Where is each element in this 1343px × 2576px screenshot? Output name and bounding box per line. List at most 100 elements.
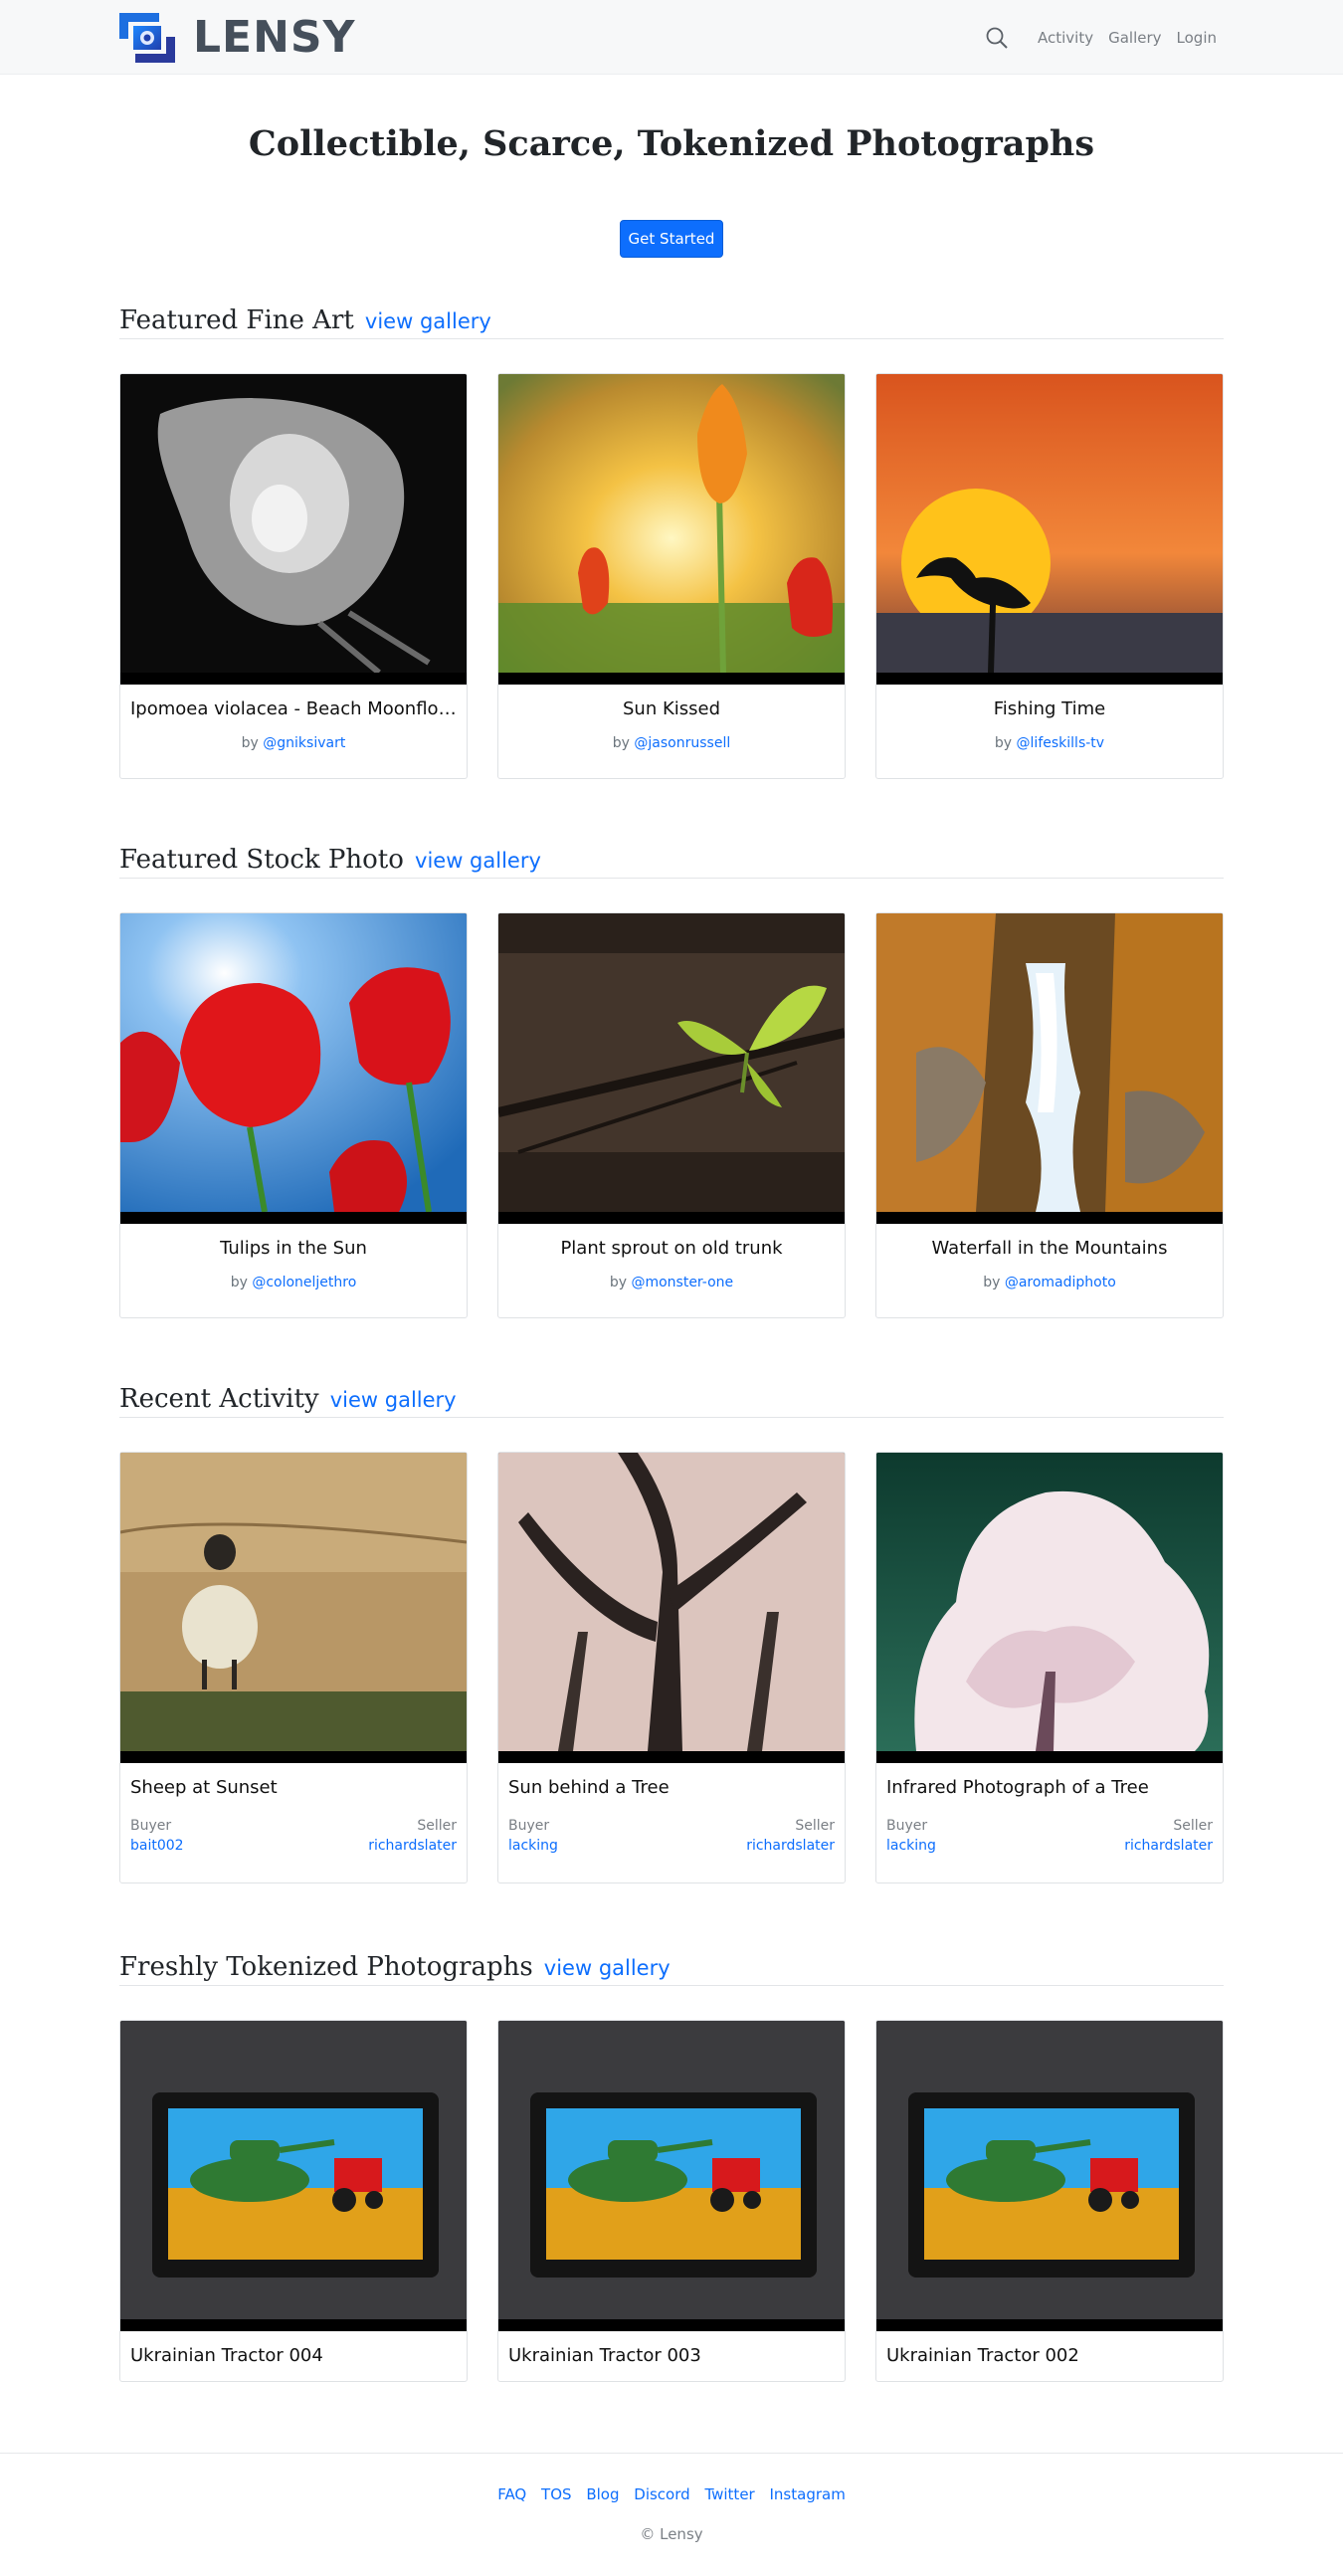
activity-card[interactable]: Infrared Photograph of a Tree Buyer lack… (875, 1452, 1224, 1883)
seller-link[interactable]: richardslater (746, 1838, 835, 1854)
artwork-image[interactable] (876, 913, 1223, 1224)
artist-link[interactable]: @gniksivart (263, 735, 345, 751)
artwork-image[interactable] (876, 1453, 1223, 1763)
artwork-image[interactable] (498, 2021, 845, 2331)
buyer-link[interactable]: lacking (508, 1838, 558, 1854)
seller-label: Seller (795, 1818, 835, 1834)
artwork-title: Infrared Photograph of a Tree (886, 1777, 1149, 1798)
footer: FAQ TOS Blog Discord Twitter Instagram ©… (0, 2453, 1343, 2576)
section-header-recent-activity: Recent Activity view gallery (119, 1384, 1224, 1418)
section-header-freshly-tokenized: Freshly Tokenized Photographs view galle… (119, 1952, 1224, 1986)
artwork-card[interactable]: Fishing Time by @lifeskills-tv (875, 373, 1224, 779)
brand-link[interactable]: LENSY (119, 13, 355, 63)
nav-activity-link[interactable]: Activity (1038, 29, 1093, 47)
lensy-logo-icon (119, 13, 175, 63)
artwork-image[interactable] (498, 374, 845, 685)
seller-label: Seller (1173, 1818, 1213, 1834)
trade-info: Buyer lacking Seller richardslater (508, 1818, 835, 1854)
view-gallery-link[interactable]: view gallery (330, 1388, 457, 1412)
buyer-label: Buyer (508, 1818, 550, 1834)
buyer-link[interactable]: bait002 (130, 1838, 184, 1854)
artwork-title: Sheep at Sunset (130, 1777, 278, 1798)
section-title: Featured Fine Art (119, 305, 354, 335)
artwork-title: Fishing Time (993, 698, 1106, 719)
activity-card[interactable]: Sheep at Sunset Buyer bait002 Seller ric… (119, 1452, 468, 1883)
buyer-label: Buyer (130, 1818, 172, 1834)
artist-link[interactable]: @monster-one (631, 1275, 733, 1290)
nav-links: Activity Gallery Login (985, 0, 1217, 75)
footer-link-instagram[interactable]: Instagram (770, 2485, 846, 2503)
artist-link[interactable]: @aromadiphoto (1005, 1275, 1116, 1290)
artist-byline: by @lifeskills-tv (886, 735, 1213, 751)
copyright: © Lensy (640, 2525, 703, 2543)
artwork-card[interactable]: Ipomoea violacea - Beach Moonflower by @… (119, 373, 468, 779)
footer-link-tos[interactable]: TOS (541, 2485, 572, 2503)
artwork-image[interactable] (498, 913, 845, 1224)
artwork-title: Sun behind a Tree (508, 1777, 670, 1798)
by-label: by (230, 1275, 248, 1290)
artwork-card[interactable]: Tulips in the Sun by @coloneljethro (119, 912, 468, 1318)
artist-link[interactable]: @coloneljethro (252, 1275, 356, 1290)
seller-link[interactable]: richardslater (368, 1838, 457, 1854)
artwork-card[interactable]: Ukrainian Tractor 002 (875, 2020, 1224, 2382)
trade-info: Buyer lacking Seller richardslater (886, 1818, 1213, 1854)
artwork-card[interactable]: Ukrainian Tractor 003 (497, 2020, 846, 2382)
artwork-title: Ukrainian Tractor 002 (886, 2345, 1079, 2366)
artist-byline: by @jasonrussell (508, 735, 835, 751)
by-label: by (241, 735, 259, 751)
footer-link-faq[interactable]: FAQ (497, 2485, 526, 2503)
hero-title: Collectible, Scarce, Tokenized Photograp… (248, 123, 1095, 164)
nav-login-link[interactable]: Login (1177, 29, 1217, 47)
artist-byline: by @monster-one (508, 1275, 835, 1290)
by-label: by (612, 735, 630, 751)
view-gallery-link[interactable]: view gallery (365, 309, 491, 333)
artwork-image[interactable] (120, 374, 467, 685)
artwork-title: Ukrainian Tractor 003 (508, 2345, 701, 2366)
view-gallery-link[interactable]: view gallery (415, 849, 541, 873)
artwork-card[interactable]: Waterfall in the Mountains by @aromadiph… (875, 912, 1224, 1318)
artwork-image[interactable] (876, 2021, 1223, 2331)
artwork-title: Ipomoea violacea - Beach Moonflower (130, 698, 457, 719)
by-label: by (609, 1275, 627, 1290)
section-title: Featured Stock Photo (119, 845, 404, 875)
section-title: Freshly Tokenized Photographs (119, 1952, 533, 1982)
by-label: by (983, 1275, 1001, 1290)
seller-link[interactable]: richardslater (1124, 1838, 1213, 1854)
footer-link-blog[interactable]: Blog (586, 2485, 619, 2503)
section-header-stock-photo: Featured Stock Photo view gallery (119, 845, 1224, 879)
search-icon[interactable] (985, 26, 1009, 50)
artwork-card[interactable]: Ukrainian Tractor 004 (119, 2020, 468, 2382)
section-header-fine-art: Featured Fine Art view gallery (119, 305, 1224, 339)
by-label: by (994, 735, 1013, 751)
get-started-button[interactable]: Get Started (620, 220, 723, 258)
artist-byline: by @coloneljethro (130, 1275, 457, 1290)
artwork-image[interactable] (120, 2021, 467, 2331)
artwork-image[interactable] (876, 374, 1223, 685)
artwork-title: Waterfall in the Mountains (931, 1238, 1168, 1259)
seller-label: Seller (417, 1818, 457, 1834)
trade-info: Buyer bait002 Seller richardslater (130, 1818, 457, 1854)
artwork-card[interactable]: Plant sprout on old trunk by @monster-on… (497, 912, 846, 1318)
artist-link[interactable]: @lifeskills-tv (1017, 735, 1105, 751)
section-title: Recent Activity (119, 1384, 319, 1414)
artwork-title: Tulips in the Sun (220, 1238, 367, 1259)
footer-links: FAQ TOS Blog Discord Twitter Instagram (0, 2485, 1343, 2503)
artwork-title: Ukrainian Tractor 004 (130, 2345, 323, 2366)
artwork-card[interactable]: Sun Kissed by @jasonrussell (497, 373, 846, 779)
artwork-image[interactable] (120, 913, 467, 1224)
view-gallery-link[interactable]: view gallery (544, 1956, 671, 1980)
artwork-image[interactable] (120, 1453, 467, 1763)
footer-link-discord[interactable]: Discord (634, 2485, 689, 2503)
navbar: LENSY Activity Gallery Login (0, 0, 1343, 75)
activity-card[interactable]: Sun behind a Tree Buyer lacking Seller r… (497, 1452, 846, 1883)
artwork-title: Plant sprout on old trunk (560, 1238, 783, 1259)
artist-byline: by @aromadiphoto (886, 1275, 1213, 1290)
footer-link-twitter[interactable]: Twitter (704, 2485, 754, 2503)
brand-name: LENSY (193, 12, 356, 63)
buyer-link[interactable]: lacking (886, 1838, 936, 1854)
nav-gallery-link[interactable]: Gallery (1108, 29, 1161, 47)
artwork-title: Sun Kissed (622, 698, 721, 719)
artist-link[interactable]: @jasonrussell (634, 735, 730, 751)
artwork-image[interactable] (498, 1453, 845, 1763)
artist-byline: by @gniksivart (130, 735, 457, 751)
